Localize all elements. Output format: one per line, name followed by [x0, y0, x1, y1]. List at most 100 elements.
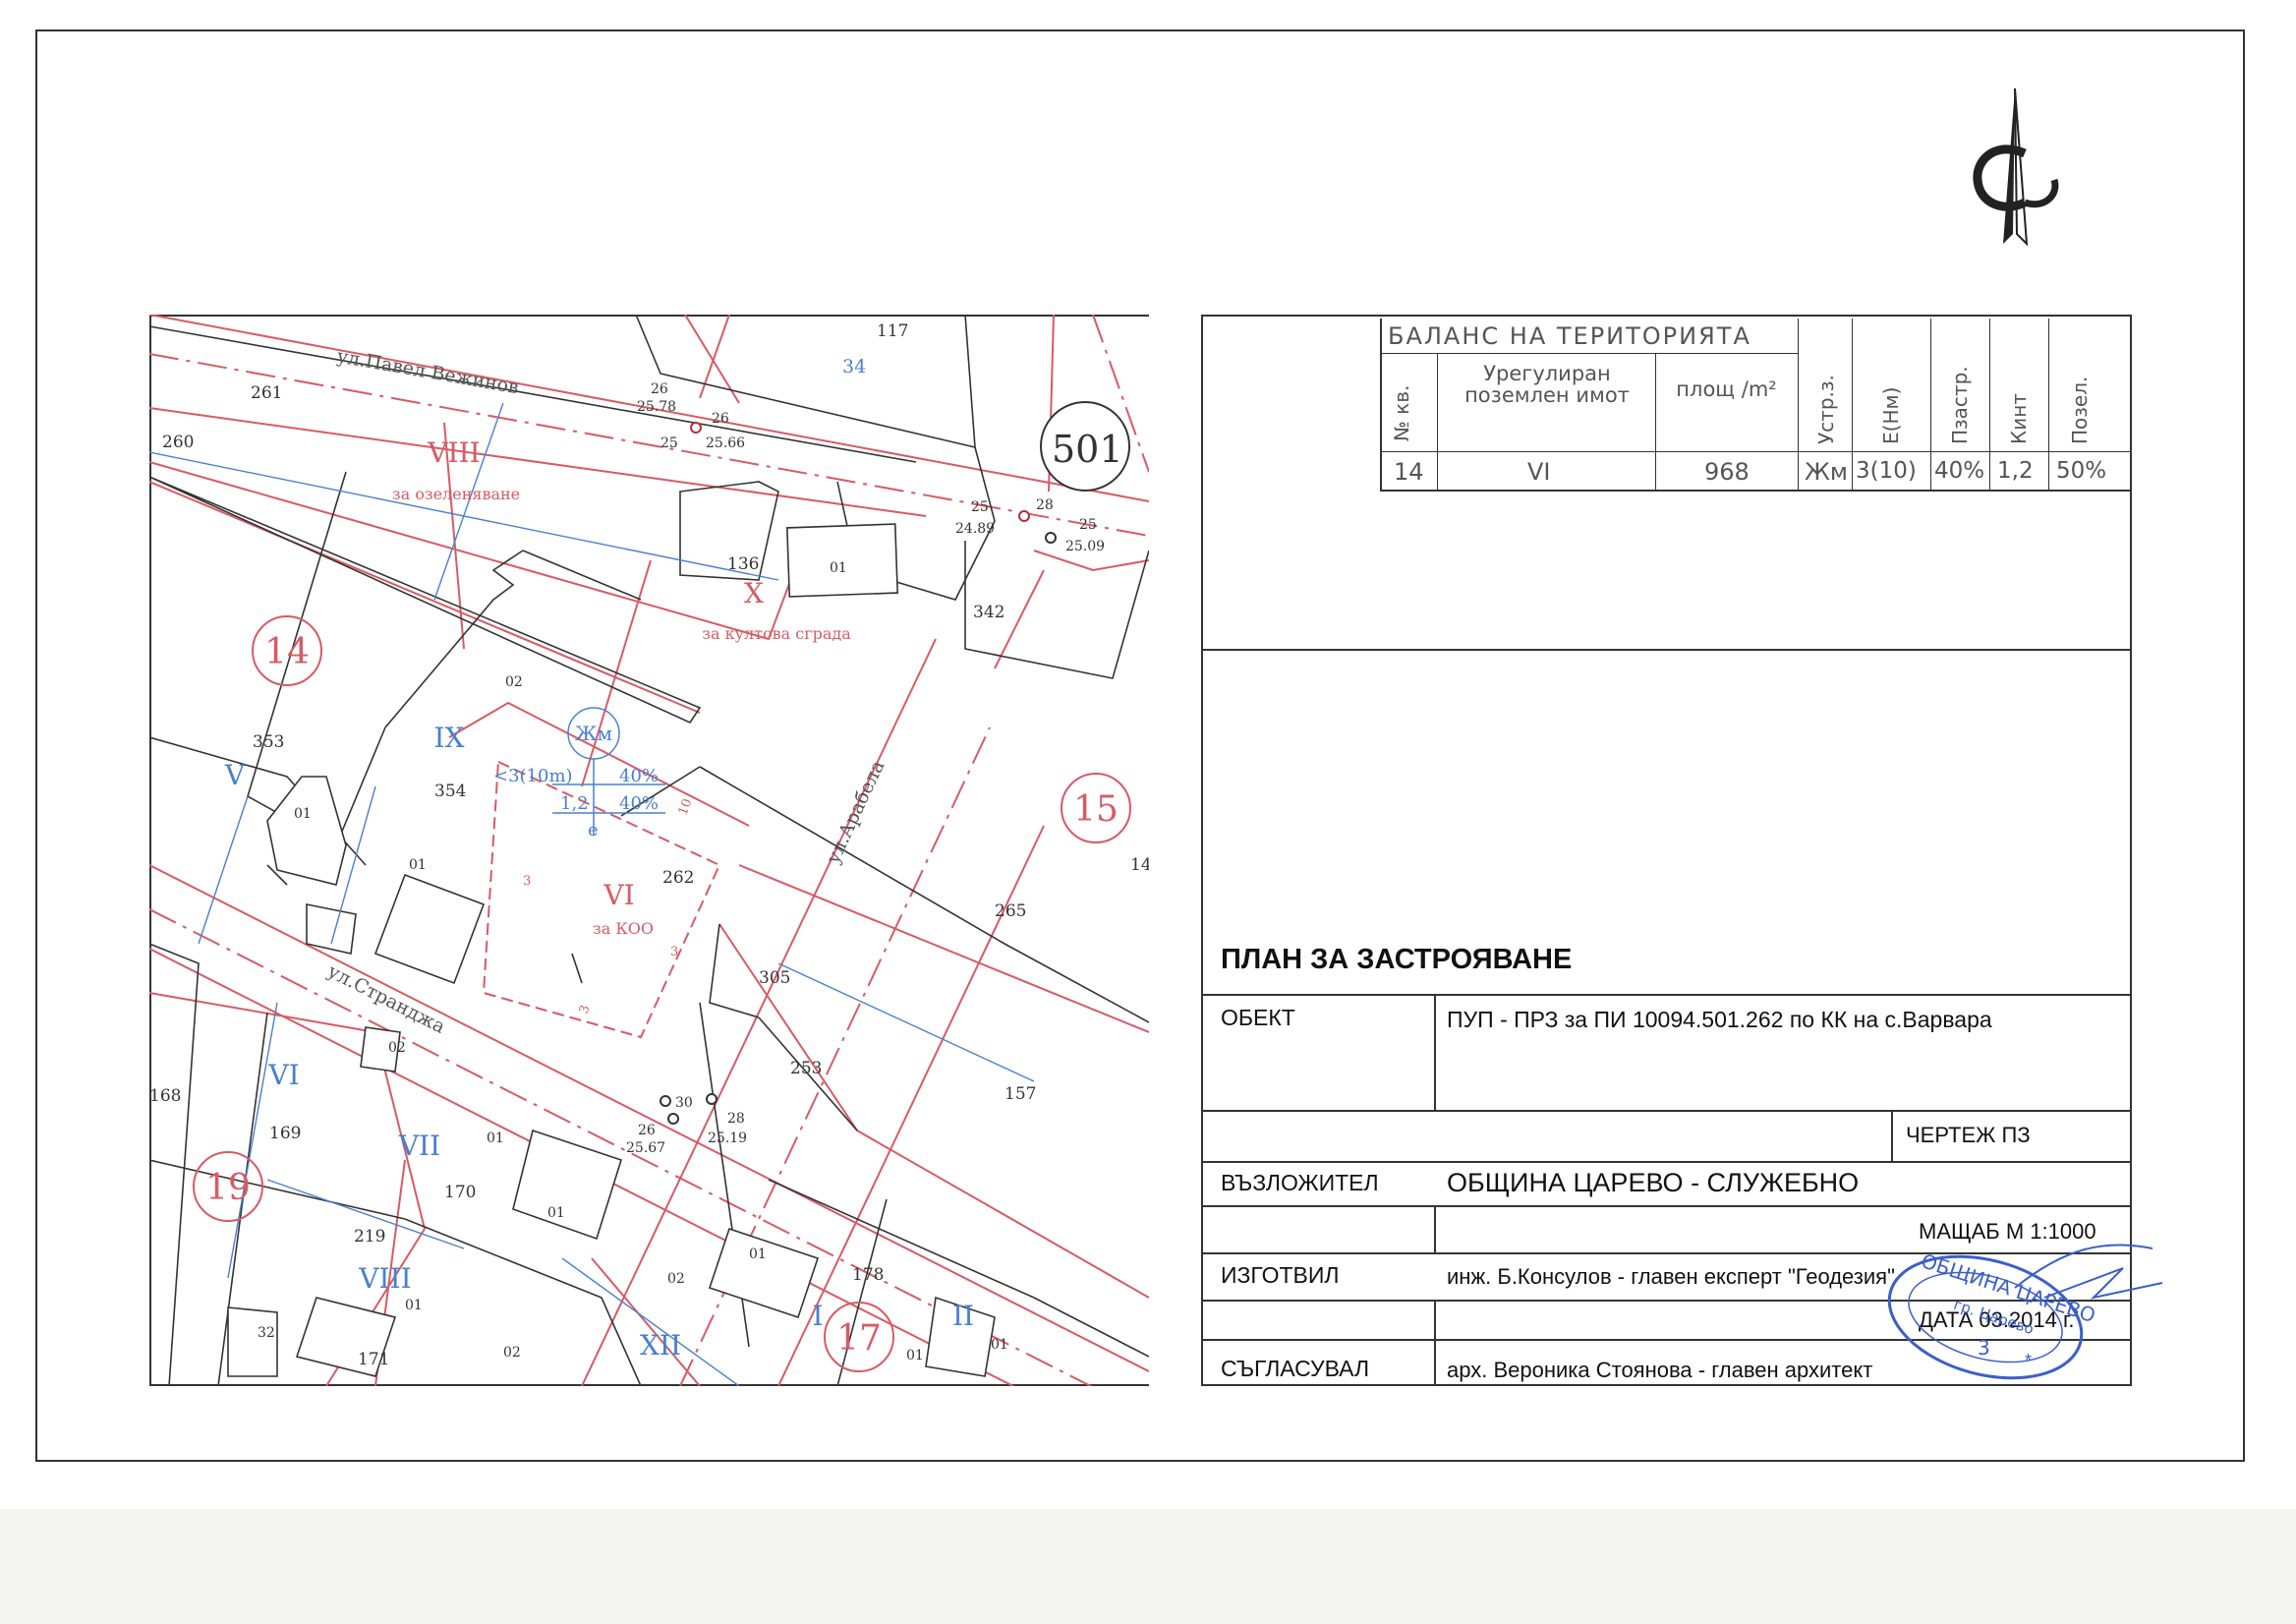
elevation-number: 25: [971, 499, 989, 515]
setback: 10: [676, 797, 696, 818]
building-number: 01: [409, 857, 427, 873]
balance-header: Устр.з.: [1814, 375, 1838, 444]
client-value: ОБЩИНА ЦАРЕВО - СЛУЖЕБНО: [1447, 1168, 1860, 1197]
elevation-number: 28: [727, 1111, 745, 1127]
street-name: ул.Павел Вежинов: [335, 345, 520, 398]
upi-label: VI: [267, 1059, 299, 1091]
zone-kint: 1,2: [560, 793, 589, 814]
setback: 3: [523, 874, 531, 889]
plot-number: 168: [149, 1086, 181, 1106]
plan-title: ПЛАН ЗА ЗАСТРОЯВАНЕ: [1221, 944, 1573, 975]
balance-cell: Жм: [1805, 458, 1848, 486]
balance-header: Позел.: [2068, 376, 2092, 444]
plot-number: 262: [662, 868, 694, 888]
plot-number: 171: [358, 1350, 389, 1369]
balance-cell: 50%: [2056, 458, 2107, 484]
upi-label: I: [812, 1300, 823, 1332]
plot-number: 219: [354, 1227, 385, 1247]
elevation-value: 25.09: [1065, 539, 1105, 554]
upi-purpose: за култова сграда: [702, 624, 851, 643]
elevation-number: 26: [712, 411, 729, 427]
plot-number: 117: [877, 321, 908, 341]
elevation-value: 25.78: [637, 399, 676, 415]
upi-label: VIII: [358, 1262, 411, 1295]
building-number: 01: [487, 1131, 504, 1146]
title-block: БАЛАНС НА ТЕРИТОРИЯТА № кв. Урегулиран п…: [1201, 315, 2132, 1386]
balance-header: площ /m²: [1676, 377, 1777, 401]
plot-number: 157: [1004, 1084, 1036, 1104]
upi-label: II: [952, 1300, 974, 1332]
cadastral-map: 117 342 353 354 262 143 265 305 253 157 …: [149, 315, 1149, 1386]
balance-table: БАЛАНС НА ТЕРИТОРИЯТА № кв. Урегулиран п…: [1380, 319, 2132, 492]
quarter-number: 14: [264, 632, 310, 672]
stamp-number: 3: [1978, 1336, 1990, 1360]
elevation-value: 24.89: [955, 521, 995, 537]
zone-green: 40%: [619, 793, 659, 814]
building-number: 01: [749, 1247, 767, 1262]
upi-purpose: за КОО: [593, 919, 654, 938]
building-number: 01: [547, 1205, 565, 1221]
upi-label: V: [224, 759, 246, 791]
building-number: 01: [405, 1298, 423, 1313]
zone-mode: е: [588, 820, 599, 841]
balance-header: Е(Нм): [1879, 386, 1903, 444]
elevation-value: 25.67: [626, 1140, 665, 1156]
agreed-value: арх. Вероника Стоянова - главен архитект: [1447, 1358, 1873, 1382]
building-number: 01: [991, 1337, 1008, 1353]
plot-number: 265: [995, 901, 1026, 921]
upi-label: X: [744, 577, 764, 609]
plot-number: 261: [251, 383, 282, 403]
building-number: 02: [505, 674, 523, 690]
plot-number: 342: [973, 603, 1004, 622]
street-name: ул.Арабела: [823, 757, 890, 867]
setback: 3: [670, 945, 678, 959]
elevation-value: 25.19: [708, 1131, 747, 1146]
quarter-number: 15: [1073, 789, 1119, 830]
plot-number: 354: [434, 782, 466, 801]
balance-cell: 1,2: [1997, 458, 2034, 484]
balance-header: Урегулиран поземлен имот: [1464, 362, 1630, 407]
upi-label: IX: [434, 722, 465, 754]
north-arrow-icon: [1973, 87, 2059, 247]
building-number: 01: [830, 560, 847, 576]
scan-margin: [0, 1509, 2296, 1624]
plot-number: 169: [269, 1124, 301, 1143]
plot-number: 253: [790, 1059, 822, 1078]
balance-cell: 968: [1704, 458, 1750, 486]
upi-label: XII: [640, 1329, 681, 1362]
balance-cell: VI: [1527, 458, 1551, 486]
elevation-number: 28: [1036, 497, 1054, 513]
elevation-number: 25: [660, 435, 678, 451]
prepared-value: инж. Б.Консулов - главен експерт "Геодез…: [1447, 1264, 1895, 1289]
zone-height: <3(10m): [493, 766, 573, 786]
plot-number: 143: [1130, 855, 1149, 875]
elevation-value: 25.66: [706, 435, 745, 451]
quarter-number: 17: [836, 1318, 882, 1359]
plot-number-34: 34: [842, 356, 866, 377]
elevation-number: 30: [675, 1095, 693, 1111]
plot-number: 178: [852, 1265, 884, 1285]
plot-number: 260: [162, 433, 194, 452]
agreed-label: СЪГЛАСУВАЛ: [1221, 1356, 1370, 1381]
elevation-number: 25: [1079, 517, 1097, 533]
client-label: ВЪЗЛОЖИТЕЛ: [1221, 1170, 1379, 1195]
plot-number: 305: [759, 968, 790, 988]
upi-label: VII: [398, 1130, 440, 1162]
block-number: 501: [1052, 428, 1123, 471]
upi-label: VI: [603, 879, 634, 911]
star-icon: *: [2025, 1351, 2032, 1370]
building-number: 02: [667, 1271, 685, 1287]
object-value: ПУП - ПРЗ за ПИ 10094.501.262 по КК на с…: [1447, 1007, 1992, 1032]
quarter-number: 19: [205, 1168, 251, 1208]
balance-cell: 3(10): [1856, 458, 1917, 484]
building-number: 32: [258, 1325, 275, 1341]
building-number: 02: [503, 1345, 521, 1361]
building-number: 01: [906, 1348, 924, 1363]
prepared-label: ИЗГОТВИЛ: [1221, 1262, 1340, 1288]
plot-number: 170: [444, 1183, 476, 1202]
setback: 3: [577, 1003, 594, 1015]
plot-number: 353: [253, 732, 284, 752]
municipal-stamp: ОБЩИНА ЦАРЕВО гр. Царево 3 *: [1887, 1244, 2163, 1380]
building-number: 01: [294, 806, 312, 822]
plot-number: 136: [727, 554, 759, 574]
